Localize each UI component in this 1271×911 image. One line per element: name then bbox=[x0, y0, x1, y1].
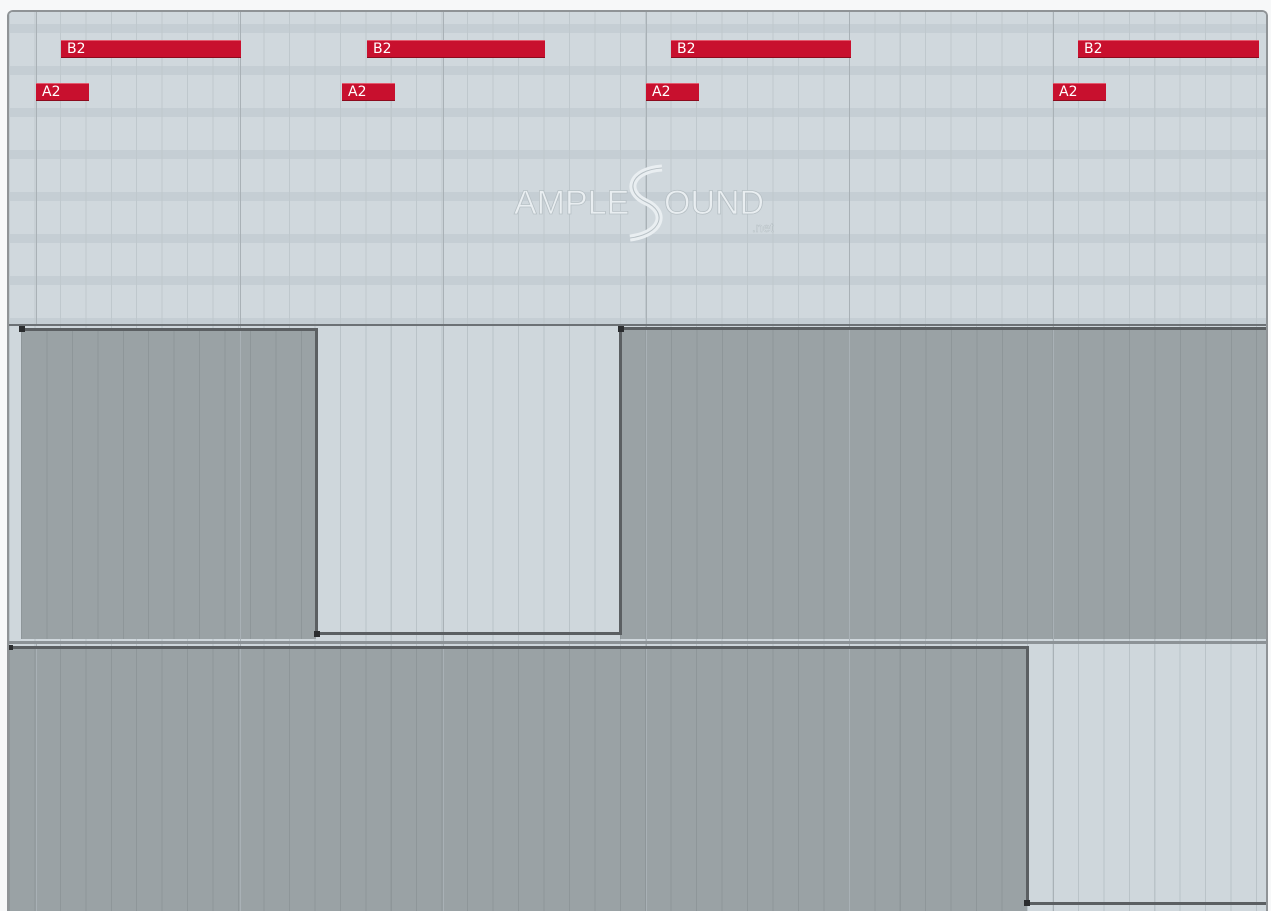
midi-note[interactable]: A2 bbox=[342, 83, 395, 101]
bar-line bbox=[646, 326, 647, 641]
svg-text:.net: .net bbox=[752, 220, 774, 235]
midi-note[interactable]: A2 bbox=[36, 83, 89, 101]
automation-line bbox=[315, 328, 318, 634]
bar-line bbox=[36, 12, 37, 324]
automation-lane-1[interactable] bbox=[9, 324, 1266, 643]
editor-frame: B2 B2 B2 B2 A2 A2 A2 A2 AMPLE OUND .net bbox=[7, 10, 1268, 911]
piano-roll-grid[interactable]: B2 B2 B2 B2 A2 A2 A2 A2 AMPLE OUND .net bbox=[9, 12, 1266, 324]
bar-line bbox=[443, 326, 444, 641]
automation-line bbox=[1026, 902, 1266, 905]
automation-fill bbox=[620, 329, 1266, 639]
bar-line bbox=[240, 644, 241, 911]
automation-line bbox=[21, 328, 317, 331]
svg-text:OUND: OUND bbox=[664, 184, 764, 222]
bar-line bbox=[849, 326, 850, 641]
amplesound-logo: AMPLE OUND .net bbox=[514, 164, 774, 242]
midi-note[interactable]: A2 bbox=[646, 83, 699, 101]
midi-note[interactable]: B2 bbox=[1078, 40, 1259, 58]
automation-point[interactable] bbox=[314, 631, 320, 637]
automation-point[interactable] bbox=[1024, 900, 1030, 906]
automation-point[interactable] bbox=[618, 326, 624, 332]
automation-point[interactable] bbox=[9, 645, 13, 650]
bar-line bbox=[646, 644, 647, 911]
bar-line bbox=[1053, 12, 1054, 324]
bar-line bbox=[443, 644, 444, 911]
midi-note[interactable]: B2 bbox=[671, 40, 851, 58]
bar-line bbox=[240, 326, 241, 641]
bar-line bbox=[36, 644, 37, 911]
automation-line bbox=[619, 327, 622, 635]
automation-line bbox=[315, 632, 621, 635]
automation-fill bbox=[9, 647, 1027, 911]
midi-note[interactable]: B2 bbox=[367, 40, 545, 58]
midi-note[interactable]: A2 bbox=[1053, 83, 1106, 101]
bar-line bbox=[1053, 326, 1054, 641]
automation-line bbox=[619, 327, 1266, 330]
bar-line bbox=[240, 12, 241, 324]
automation-point[interactable] bbox=[19, 326, 25, 332]
automation-lane-2[interactable] bbox=[9, 643, 1266, 911]
automation-fill bbox=[21, 329, 316, 639]
bar-line bbox=[849, 644, 850, 911]
svg-text:AMPLE: AMPLE bbox=[514, 184, 629, 222]
automation-line bbox=[1026, 646, 1029, 904]
bar-line bbox=[443, 12, 444, 324]
midi-note[interactable]: B2 bbox=[61, 40, 241, 58]
bar-line bbox=[1053, 644, 1054, 911]
automation-line bbox=[9, 646, 1029, 649]
bar-line bbox=[849, 12, 850, 324]
